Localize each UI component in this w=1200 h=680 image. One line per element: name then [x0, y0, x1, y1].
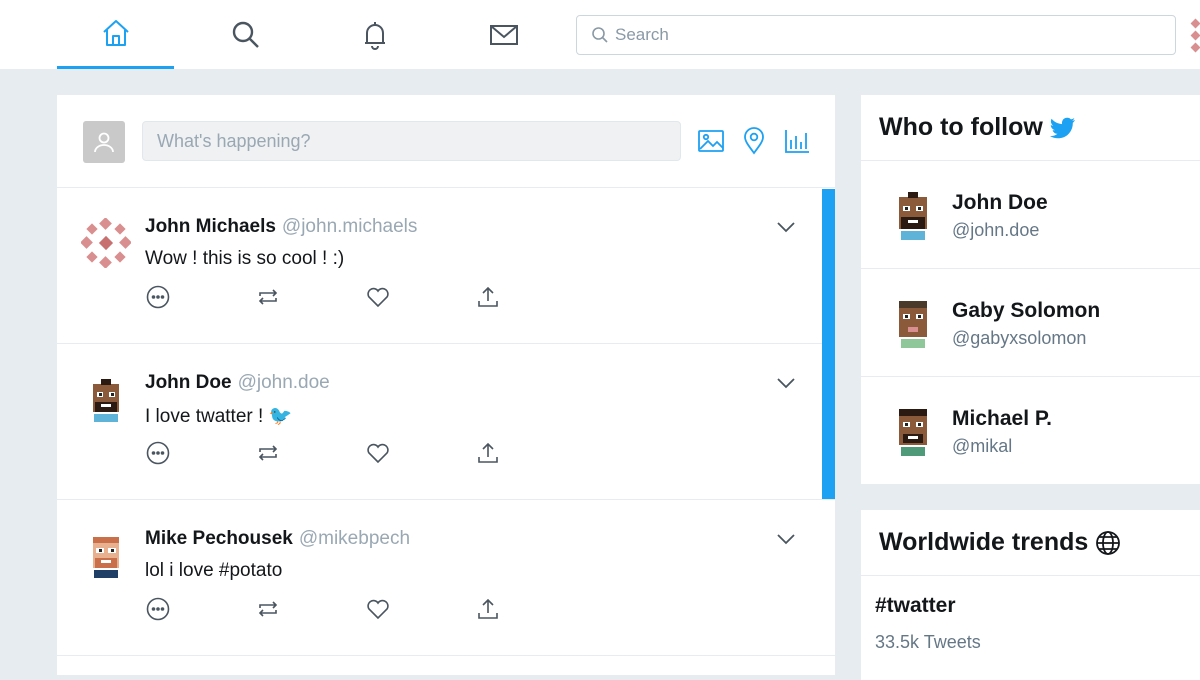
trends-card: Worldwide trends #twatter 33.5k Tweets: [861, 510, 1200, 680]
user-icon: [94, 132, 114, 153]
chevron-down-icon[interactable]: [775, 372, 797, 394]
tweet-actions: [145, 596, 505, 622]
heart-icon[interactable]: [365, 440, 391, 466]
user-avatar: [93, 379, 119, 422]
follow-suggestion[interactable]: John Doe @john.doe: [861, 161, 1200, 269]
search-icon: [592, 27, 608, 43]
nav-notifications[interactable]: [316, 0, 433, 69]
tweet-text: lol i love #potato: [145, 560, 283, 581]
who-to-follow-heading: Who to follow: [879, 113, 1043, 141]
tweet-item[interactable]: John Michaels @john.michaels Wow ! this i…: [57, 188, 835, 344]
share-icon[interactable]: [475, 284, 501, 310]
nav-home[interactable]: [57, 0, 174, 69]
reply-icon[interactable]: [145, 284, 171, 310]
feed-scrollbar[interactable]: [822, 189, 835, 499]
retweet-icon[interactable]: [255, 284, 281, 310]
user-avatar: [899, 192, 927, 240]
search-input[interactable]: [615, 25, 1135, 45]
tweet-author-handle[interactable]: @mikebpech: [299, 528, 410, 549]
heart-icon[interactable]: [365, 596, 391, 622]
tweet-actions: [145, 440, 505, 466]
home-icon: [102, 20, 129, 46]
follow-name[interactable]: Gaby Solomon: [952, 299, 1100, 323]
search-field[interactable]: [576, 15, 1176, 55]
trends-title: Worldwide trends: [861, 510, 1200, 576]
follow-name[interactable]: John Doe: [952, 191, 1048, 215]
tweet-author-name[interactable]: John Doe: [145, 372, 232, 393]
globe-icon: [1096, 530, 1121, 555]
top-navbar: [0, 0, 1200, 69]
retweet-icon[interactable]: [255, 440, 281, 466]
share-icon[interactable]: [475, 596, 501, 622]
heart-icon[interactable]: [365, 284, 391, 310]
follow-handle[interactable]: @gabyxsolomon: [952, 328, 1086, 349]
tweet-header: John Doe @john.doe: [145, 372, 330, 394]
image-icon[interactable]: [697, 127, 725, 155]
timeline-feed: John Michaels @john.michaels Wow ! this i…: [57, 95, 835, 675]
reply-icon[interactable]: [145, 596, 171, 622]
trend-tag[interactable]: #twatter: [875, 594, 1200, 618]
search-icon: [232, 21, 259, 48]
tweet-author-handle[interactable]: @john.doe: [238, 372, 330, 393]
tweet-actions: [145, 284, 505, 310]
reply-icon[interactable]: [145, 440, 171, 466]
follow-name[interactable]: Michael P.: [952, 407, 1052, 431]
nav-explore[interactable]: [187, 0, 304, 69]
tweet-composer: [57, 95, 835, 188]
follow-suggestion[interactable]: Michael P. @mikal: [861, 377, 1200, 485]
tweet-item[interactable]: John Doe @john.doe I love twatter ! 🐦: [57, 344, 835, 500]
compose-input[interactable]: [142, 121, 681, 161]
tweet-item[interactable]: Mike Pechousek @mikebpech lol i love #pot…: [57, 500, 835, 656]
tweet-header: John Michaels @john.michaels: [145, 216, 417, 238]
user-avatar: [81, 218, 131, 268]
bell-icon: [364, 21, 385, 50]
trend-item[interactable]: #twatter 33.5k Tweets: [861, 576, 1200, 653]
user-avatar: [83, 121, 125, 163]
tweet-author-name[interactable]: John Michaels: [145, 216, 276, 237]
follow-handle[interactable]: @john.doe: [952, 220, 1039, 241]
user-avatar: [899, 301, 927, 348]
chevron-down-icon[interactable]: [775, 528, 797, 550]
profile-avatar[interactable]: [1188, 18, 1200, 54]
location-icon[interactable]: [740, 127, 768, 155]
tweet-author-handle[interactable]: @john.michaels: [282, 216, 417, 237]
tweet-text: Wow ! this is so cool ! :): [145, 248, 345, 269]
trend-count: 33.5k Tweets: [875, 632, 981, 652]
who-to-follow-card: Who to follow John Doe @john.doe Gaby So…: [861, 95, 1200, 484]
retweet-icon[interactable]: [255, 596, 281, 622]
chevron-down-icon[interactable]: [775, 216, 797, 238]
trends-heading: Worldwide trends: [879, 528, 1089, 556]
follow-handle[interactable]: @mikal: [952, 436, 1012, 457]
tweet-author-name[interactable]: Mike Pechousek: [145, 528, 293, 549]
poll-icon[interactable]: [783, 127, 811, 155]
who-to-follow-title: Who to follow: [861, 95, 1200, 161]
tweet-header: Mike Pechousek @mikebpech: [145, 528, 410, 550]
follow-suggestion[interactable]: Gaby Solomon @gabyxsolomon: [861, 269, 1200, 377]
mail-icon: [489, 24, 518, 45]
nav-messages[interactable]: [445, 0, 562, 69]
user-avatar: [899, 409, 927, 456]
user-avatar: [93, 537, 119, 578]
share-icon[interactable]: [475, 440, 501, 466]
tweet-text: I love twatter ! 🐦: [145, 406, 293, 427]
bird-icon: [1049, 117, 1075, 138]
